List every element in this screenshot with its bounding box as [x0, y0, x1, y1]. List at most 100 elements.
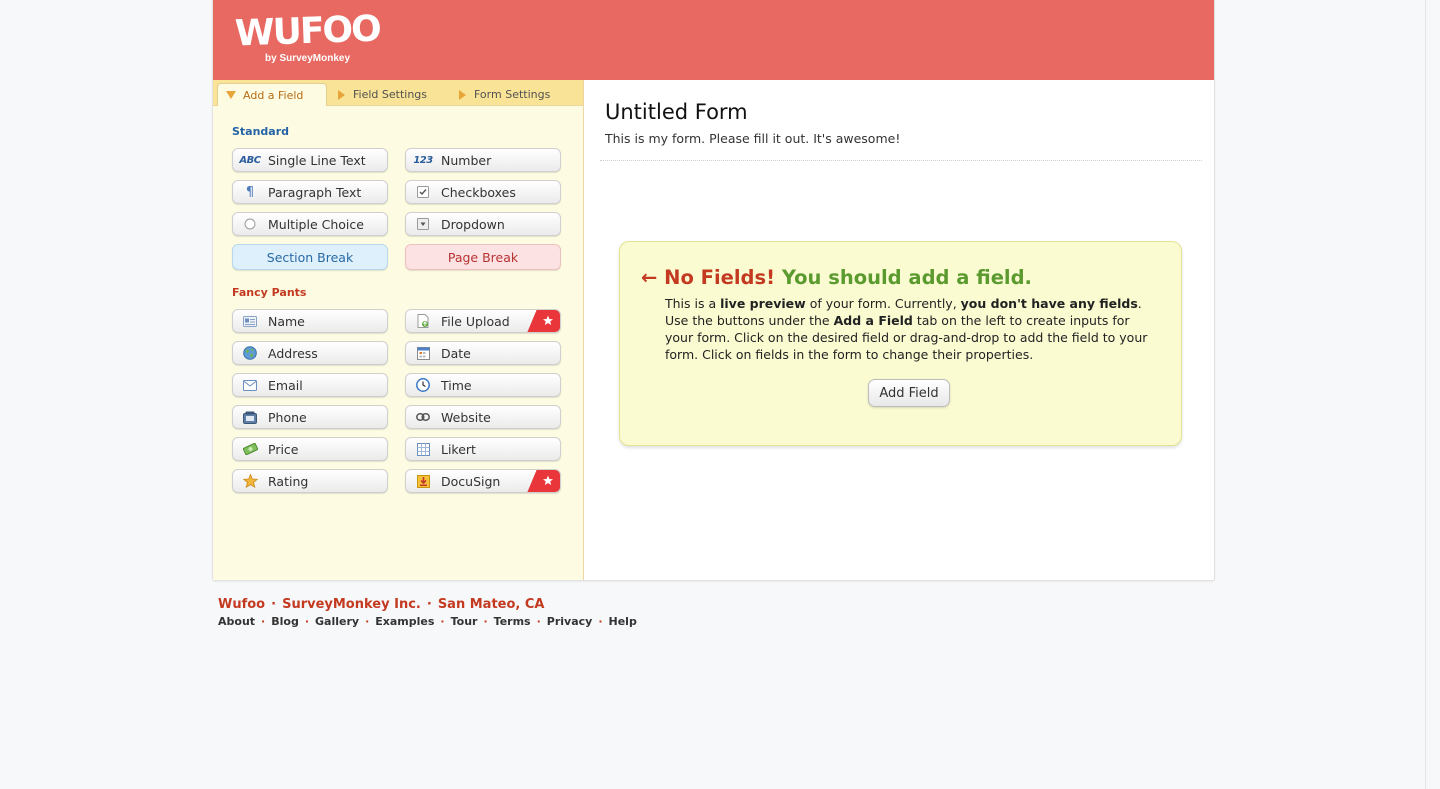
form-divider	[600, 160, 1202, 161]
footer-link-about[interactable]: About	[218, 615, 255, 628]
multiple-choice-button[interactable]: Multiple Choice	[232, 212, 388, 236]
form-title[interactable]: Untitled Form	[605, 100, 748, 124]
message-bold: Add a Field	[833, 313, 913, 328]
website-button[interactable]: Website	[405, 405, 561, 429]
email-button[interactable]: Email	[232, 373, 388, 397]
123-icon: 123	[413, 154, 433, 166]
button-label: Phone	[268, 409, 307, 425]
tab-add-a-field[interactable]: Add a Field	[217, 83, 327, 106]
button-label: Date	[441, 345, 471, 361]
separator-dot: ·	[536, 615, 541, 628]
tab-label: Form Settings	[474, 88, 551, 101]
tab-field-settings[interactable]: Field Settings	[338, 84, 427, 105]
no-fields-notice: ← No Fields! You should add a field. Thi…	[619, 241, 1182, 446]
separator-dot: ·	[271, 597, 277, 612]
number-button[interactable]: 123 Number	[405, 148, 561, 172]
name-button[interactable]: Name	[232, 309, 388, 333]
header-bar: WUFOO by SurveyMonkey	[213, 0, 1214, 80]
dropdown-icon	[414, 217, 432, 231]
premium-star-ribbon-icon	[527, 470, 560, 492]
footer-links: About · Blog · Gallery · Examples · Tour · Terms · P…	[218, 615, 637, 628]
footer-link-examples[interactable]: Examples	[375, 615, 434, 628]
separator-dot: ·	[598, 615, 603, 628]
section-break-button[interactable]: Section Break	[232, 244, 388, 270]
button-label: DocuSign	[441, 473, 501, 489]
page-break-button[interactable]: Page Break	[405, 244, 561, 270]
time-button[interactable]: Time	[405, 373, 561, 397]
logo-subtitle: by SurveyMonkey	[265, 53, 351, 64]
footer-link-help[interactable]: Help	[609, 615, 637, 628]
footer-link-privacy[interactable]: Privacy	[547, 615, 593, 628]
footer-company-location: San Mateo, CA	[437, 597, 545, 612]
price-button[interactable]: Price	[232, 437, 388, 461]
footer-link-gallery[interactable]: Gallery	[315, 615, 359, 628]
separator-dot: ·	[261, 615, 266, 628]
address-button[interactable]: Address	[232, 341, 388, 365]
calendar-icon	[414, 346, 432, 360]
checkboxes-button[interactable]: Checkboxes	[405, 180, 561, 204]
separator-dot: ·	[440, 615, 445, 628]
button-label: Single Line Text	[268, 152, 366, 168]
button-label: Time	[441, 377, 472, 393]
dropdown-button[interactable]: Dropdown	[405, 212, 561, 236]
separator-dot: ·	[365, 615, 370, 628]
button-label: Address	[268, 345, 318, 361]
button-label: Dropdown	[441, 216, 505, 232]
single-line-text-button[interactable]: ABC Single Line Text	[232, 148, 388, 172]
date-button[interactable]: Date	[405, 341, 561, 365]
paragraph-icon: ¶	[245, 184, 255, 200]
button-label: Paragraph Text	[268, 184, 362, 200]
button-label: Price	[268, 441, 299, 457]
triangle-right-icon	[338, 89, 345, 100]
likert-button[interactable]: Likert	[405, 437, 561, 461]
add-field-button[interactable]: Add Field	[868, 379, 950, 407]
section-title-fancy-pants: Fancy Pants	[232, 286, 307, 299]
tab-form-settings[interactable]: Form Settings	[459, 84, 550, 105]
separator-dot: ·	[483, 615, 488, 628]
file-upload-button[interactable]: File Upload	[405, 309, 561, 333]
message-text: of your form. Currently,	[805, 296, 961, 311]
checkbox-icon	[414, 185, 432, 199]
no-fields-heading-red: No Fields!	[664, 266, 776, 289]
button-label: Website	[441, 409, 491, 425]
no-fields-heading-green: You should add a field.	[781, 266, 1032, 289]
tab-label: Add a Field	[243, 88, 304, 102]
button-label: Multiple Choice	[268, 216, 364, 232]
separator-dot: ·	[304, 615, 310, 628]
docusign-button[interactable]: DocuSign	[405, 469, 561, 493]
footer-link-tour[interactable]: Tour	[451, 615, 478, 628]
no-fields-heading: ← No Fields! You should add a field.	[641, 266, 1032, 289]
button-label: Rating	[268, 473, 309, 489]
button-label: Likert	[441, 441, 476, 457]
footer-link-blog[interactable]: Blog	[271, 615, 299, 628]
footer-link-terms[interactable]: Terms	[494, 615, 531, 628]
globe-icon	[241, 346, 259, 360]
paragraph-text-button[interactable]: ¶ Paragraph Text	[232, 180, 388, 204]
file-upload-icon	[414, 314, 432, 328]
footer-company: Wufoo · SurveyMonkey Inc. · San Mateo, CA	[218, 597, 637, 612]
money-icon	[241, 442, 259, 456]
message-bold: live preview	[720, 296, 806, 311]
clock-icon	[414, 378, 432, 392]
phone-button[interactable]: Phone	[232, 405, 388, 429]
no-fields-message: This is a live preview of your form. Cur…	[665, 295, 1155, 363]
likert-grid-icon	[414, 442, 432, 456]
link-icon	[414, 410, 432, 424]
rating-button[interactable]: Rating	[232, 469, 388, 493]
form-description[interactable]: This is my form. Please fill it out. It'…	[605, 131, 900, 146]
footer-company-name[interactable]: Wufoo	[218, 597, 265, 612]
footer-company-parent[interactable]: SurveyMonkey Inc.	[282, 597, 421, 612]
sidebar-tabs: Add a Field Field Settings Form Settings	[213, 80, 583, 106]
section-title-standard: Standard	[232, 125, 290, 138]
separator-dot: ·	[426, 597, 432, 612]
field-sidebar: Add a Field Field Settings Form Settings…	[213, 80, 584, 580]
button-label: Name	[268, 313, 305, 329]
button-label: Page Break	[447, 249, 519, 265]
phone-icon	[241, 410, 259, 424]
tab-label: Field Settings	[353, 88, 428, 101]
triangle-right-icon	[459, 89, 466, 100]
footer: Wufoo · SurveyMonkey Inc. · San Mateo, CA Ab…	[218, 597, 637, 628]
scrollbar-edge	[1425, 0, 1426, 789]
wufoo-logo[interactable]: WUFOO by SurveyMonkey	[234, 8, 380, 68]
docusign-icon	[414, 474, 432, 488]
